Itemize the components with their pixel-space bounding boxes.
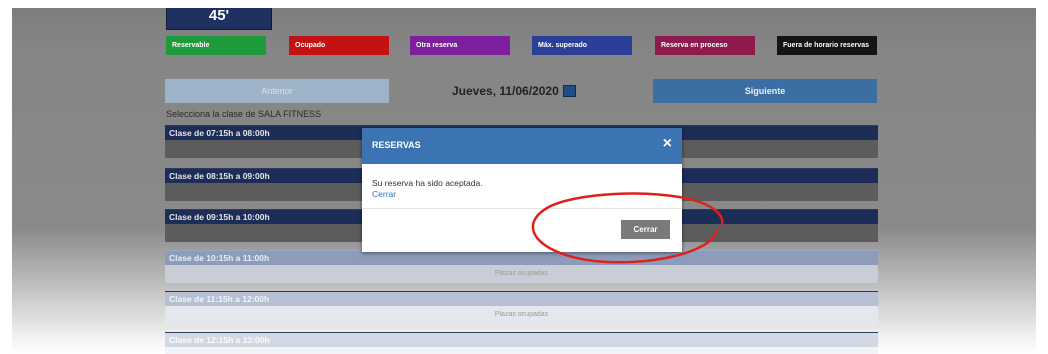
class-slot-time: Clase de 10:15h a 11:00h: [165, 251, 878, 265]
close-icon[interactable]: ×: [663, 136, 672, 152]
previous-day-button[interactable]: Anterior: [165, 79, 389, 103]
date-label: Jueves, 11/06/2020: [452, 84, 559, 98]
dialog-message: Su reserva ha sido aceptada.: [372, 178, 483, 188]
next-day-button[interactable]: Siguiente: [653, 79, 877, 103]
dialog-title: RESERVAS: [372, 140, 421, 150]
close-button[interactable]: Cerrar: [621, 220, 670, 239]
current-date: Jueves, 11/06/2020: [452, 80, 652, 102]
legend-reserva-en-proceso: Reserva en proceso: [655, 36, 755, 55]
legend-fuera-de-horario: Fuera de horario reservas: [777, 36, 877, 55]
time-remaining: 45': [166, 8, 272, 30]
legend-reservable: Reservable: [166, 36, 266, 55]
class-slot-time: Clase de 11:15h a 12:00h: [165, 292, 878, 306]
class-slot-status: [165, 347, 878, 354]
class-selection-subtitle: Selecciona la clase de SALA FITNESS: [166, 109, 322, 119]
calendar-icon[interactable]: [562, 84, 576, 97]
class-slot[interactable]: Clase de 12:15h a 13:00h: [165, 332, 878, 354]
legend-otra-reserva: Otra reserva: [410, 36, 510, 55]
dialog-close-link[interactable]: Cerrar: [372, 189, 396, 199]
dialog-divider: [362, 208, 682, 209]
legend-ocupado: Ocupado: [289, 36, 389, 55]
class-slot-status: Plazas ocupadas: [494, 311, 549, 318]
class-slot[interactable]: Clase de 11:15h a 12:00h Plazas ocupadas: [165, 291, 878, 324]
dialog-header: RESERVAS ×: [362, 128, 682, 164]
legend-max-superado: Máx. superado: [532, 36, 632, 55]
class-slot[interactable]: Clase de 10:15h a 11:00h Plazas ocupadas: [165, 250, 878, 283]
class-slot-time: Clase de 12:15h a 13:00h: [165, 333, 878, 347]
class-slot-status: Plazas ocupadas: [494, 270, 549, 277]
reservation-dialog: RESERVAS × Su reserva ha sido aceptada. …: [362, 128, 682, 252]
booking-page: 45' Reservable Ocupado Otra reserva Máx.…: [12, 8, 1036, 354]
